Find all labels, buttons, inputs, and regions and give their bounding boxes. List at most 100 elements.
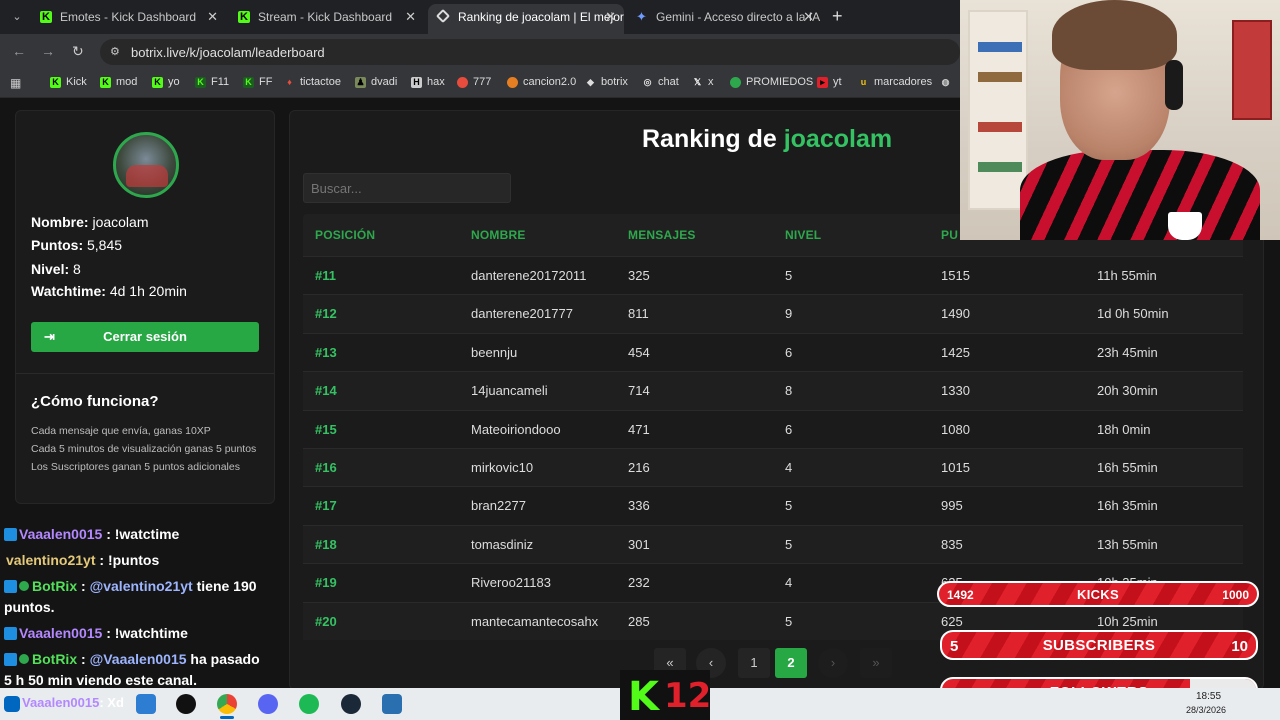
file-explorer-icon[interactable] [136, 694, 156, 714]
start-icon[interactable] [4, 696, 20, 712]
cell-name[interactable]: danterene20172011 [471, 268, 586, 283]
gemini-icon [636, 4, 648, 30]
cell-name[interactable]: beennju [471, 345, 517, 360]
forward-arrow-icon[interactable]: → [41, 43, 55, 59]
bookmark-marcadores[interactable]: u marcadores [858, 76, 932, 88]
cell-messages: 471 [628, 421, 650, 437]
next-page-button[interactable]: › [818, 648, 848, 678]
cell-level: 8 [785, 383, 793, 399]
logout-icon: ⇥ [44, 329, 55, 344]
cell-points: 1330 [941, 383, 970, 399]
tab-gemini[interactable]: Gemini - Acceso directo a la IA ✕ [626, 4, 822, 34]
cell-name[interactable]: danterene201777 [471, 306, 573, 321]
table-row: #17 bran2277 336 5 995 16h 35min [303, 486, 1243, 524]
column-header-position[interactable]: POSICIÓN [315, 228, 375, 242]
page-2-button[interactable]: 2 [775, 648, 807, 678]
new-tab-button[interactable]: + [832, 6, 843, 27]
bookmark-777[interactable]: 777 [457, 76, 491, 88]
cell-name[interactable]: Riveroo21183 [471, 575, 551, 590]
cell-name[interactable]: mirkovic10 [471, 460, 533, 475]
headphone [1165, 60, 1183, 110]
cell-messages: 811 [628, 306, 649, 322]
bookmark-yo[interactable]: Kyo [152, 76, 180, 88]
url-field[interactable]: ⚙ botrix.live/k/joacolam/leaderboard [100, 39, 960, 65]
cell-name[interactable]: bran2277 [471, 498, 526, 513]
bookmark-x[interactable]: 𝕏x [692, 76, 714, 88]
cell-watchtime: 18h 0min [1097, 421, 1151, 437]
steam-icon[interactable] [341, 694, 361, 714]
tab-stream[interactable]: Stream - Kick Dashboard ✕ [228, 4, 424, 34]
subscriber-badge-icon [4, 627, 17, 640]
column-header-points[interactable]: PU [941, 228, 958, 242]
bookmark-kick[interactable]: K Kick [50, 76, 87, 88]
cell-level: 5 [785, 268, 793, 283]
chat-message: BotRix : @valentino21yt tiene 190 [4, 576, 257, 597]
webcam-feed [960, 0, 1280, 240]
bookmark-cancion[interactable]: cancion2.0 [507, 76, 576, 88]
cell-points: 1515 [941, 268, 970, 283]
streamer-hair [1052, 0, 1177, 70]
cell-name[interactable]: Mateoiriondooo [471, 422, 561, 437]
close-tab-icon[interactable]: ✕ [405, 4, 416, 30]
verified-icon [19, 581, 29, 591]
promiedos-icon [730, 77, 741, 88]
botrix-icon: ◆ [587, 77, 594, 87]
chrome-icon[interactable] [217, 694, 237, 714]
apps-grid-icon[interactable]: ▦ [10, 77, 23, 90]
cell-name[interactable]: 14juancameli [471, 383, 548, 398]
tab-ranking[interactable]: Ranking de joacolam | El mejor ✕ [428, 4, 624, 34]
cell-messages: 336 [628, 498, 650, 514]
kick-icon [40, 4, 52, 30]
kick-logo-letter: K [628, 674, 659, 720]
bookmark-botrix[interactable]: ◆ botrix [585, 76, 628, 88]
bookmark-dvadi[interactable]: ♟ dvadi [355, 76, 397, 88]
cell-watchtime: 20h 30min [1097, 383, 1158, 399]
bookmark-yt[interactable]: ▸ yt [817, 76, 842, 88]
bookmark-mod[interactable]: Kmod [100, 76, 137, 88]
cell-watchtime: 10h 25min [1097, 613, 1158, 629]
tab-emotes[interactable]: Emotes - Kick Dashboard ✕ [30, 4, 226, 34]
bookmark-chat[interactable]: ◎ chat [642, 76, 679, 88]
page-title: Ranking de joacolam [642, 125, 893, 153]
cell-name[interactable]: mantecamantecosahx [471, 614, 598, 629]
tab-label: Gemini - Acceso directo a la IA [656, 10, 821, 24]
close-tab-icon[interactable]: ✕ [605, 4, 616, 30]
subscriber-badge-icon [4, 580, 17, 593]
bookmark-ff[interactable]: K FF [243, 76, 272, 88]
discord-icon[interactable] [258, 694, 278, 714]
cell-pos: #14 [315, 383, 337, 399]
profile-points: Puntos: 5,845 [31, 237, 123, 253]
cell-name[interactable]: tomasdiniz [471, 537, 533, 552]
cell-level: 9 [785, 306, 793, 322]
column-header-level[interactable]: NIVEL [785, 228, 821, 242]
cell-pos: #18 [315, 536, 337, 552]
page-1-button[interactable]: 1 [738, 648, 770, 678]
cell-messages: 454 [628, 344, 650, 360]
column-header-name[interactable]: NOMBRE [471, 228, 526, 242]
how-line: Cada 5 minutos de visualización ganas 5 … [31, 443, 257, 455]
url-text: botrix.live/k/joacolam/leaderboard [131, 45, 325, 60]
close-tab-icon[interactable]: ✕ [207, 4, 218, 30]
search-input[interactable] [303, 173, 511, 203]
close-tab-icon[interactable]: ✕ [803, 4, 814, 30]
reload-icon[interactable]: ↻ [72, 43, 84, 60]
obs-icon[interactable] [176, 694, 196, 714]
bookmark-tictactoe[interactable]: ♦ tictactoe [284, 76, 341, 88]
back-arrow-icon[interactable]: ← [12, 43, 26, 59]
bookmark-hax[interactable]: Hhax [411, 76, 445, 88]
bookmark-promiedos[interactable]: PROMIEDOS [730, 76, 813, 88]
how-line: Cada mensaje que envía, ganas 10XP [31, 425, 211, 437]
logout-button[interactable]: ⇥ Cerrar sesión [31, 322, 259, 352]
chat-message: valentino21yt : !puntos [6, 552, 160, 568]
cell-messages: 325 [628, 268, 650, 283]
bookmark-f11[interactable]: K F11 [195, 76, 229, 88]
app-icon[interactable] [382, 694, 402, 714]
last-page-button[interactable]: » [860, 648, 892, 678]
tab-search-chevron-icon[interactable]: ⌄ [8, 8, 26, 26]
column-header-messages[interactable]: MENSAJES [628, 228, 696, 242]
site-info-icon[interactable]: ⚙ [110, 45, 124, 58]
table-row: #14 14juancameli 714 8 1330 20h 30min [303, 371, 1243, 410]
cell-level: 5 [785, 613, 793, 629]
kicks-target: 1000 [1222, 588, 1249, 602]
spotify-icon[interactable] [299, 694, 319, 714]
